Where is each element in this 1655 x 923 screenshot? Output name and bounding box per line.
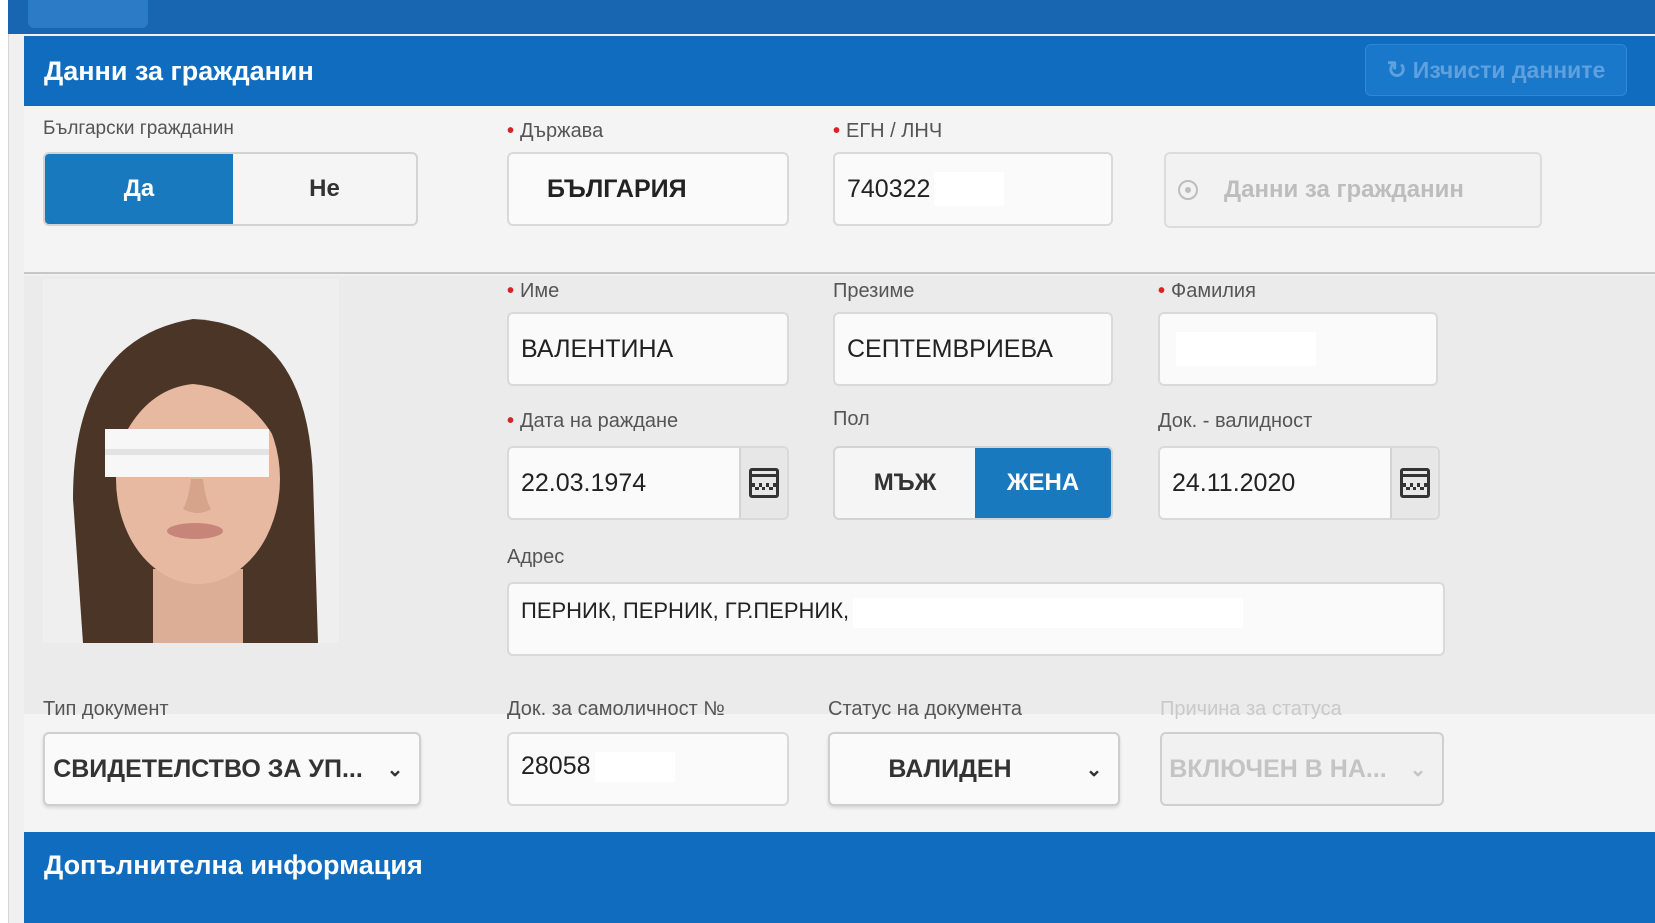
document-type-value: СВИДЕТЕЛСТВО ЗА УП...: [53, 754, 363, 783]
document-status-value: ВАЛИДЕН: [888, 754, 1012, 783]
validity-calendar-button[interactable]: [1390, 448, 1438, 518]
redaction-block: [594, 752, 675, 782]
first-name-label: • Име: [507, 280, 560, 302]
egn-label: • ЕГН / ЛНЧ: [833, 120, 943, 142]
calendar-icon: [749, 468, 779, 498]
page-title: Данни за гражданин: [44, 56, 314, 86]
citizen-photo: [43, 279, 339, 643]
additional-info-title: Допълнителна информация: [44, 850, 423, 880]
top-tab[interactable]: [28, 0, 148, 28]
middle-name-field[interactable]: СЕПТЕМВРИЕВА: [833, 312, 1113, 386]
birthdate-label: • Дата на раждане: [507, 410, 679, 432]
chevron-down-icon: ⌄: [1409, 758, 1427, 781]
clear-data-button[interactable]: ↻ Изчисти данните: [1365, 44, 1627, 96]
redaction-block: [1176, 332, 1316, 366]
clear-data-label: Изчисти данните: [1412, 56, 1606, 83]
top-navigation-bar: [8, 0, 1655, 34]
radio-icon: [1178, 180, 1198, 200]
status-reason-label: Причина за статуса: [1160, 698, 1342, 720]
redaction-block: [934, 172, 1005, 206]
birthdate-value: 22.03.1974: [521, 468, 647, 497]
additional-info-header[interactable]: Допълнителна информация: [24, 832, 1655, 923]
document-status-select[interactable]: ВАЛИДЕН ⌄: [828, 732, 1120, 806]
document-number-value: 28058: [521, 752, 591, 780]
middle-name-label: Презиме: [833, 280, 915, 302]
sex-female-option[interactable]: ЖЕНА: [975, 448, 1111, 518]
egn-field[interactable]: 740322: [833, 152, 1113, 226]
address-value: ПЕРНИК, ПЕРНИК, ГР.ПЕРНИК,: [521, 598, 850, 623]
document-type-label: Тип документ: [43, 698, 169, 720]
portrait-image: [43, 279, 339, 643]
last-name-label: • Фамилия: [1158, 280, 1256, 302]
first-name-field[interactable]: ВАЛЕНТИНА: [507, 312, 789, 386]
validity-label: Док. - валидност: [1158, 410, 1313, 432]
validity-value: 24.11.2020: [1172, 468, 1296, 497]
citizen-no-option[interactable]: Не: [233, 154, 416, 224]
country-field[interactable]: БЪЛГАРИЯ: [507, 152, 789, 226]
sex-male-option[interactable]: МЪЖ: [835, 448, 975, 518]
status-reason-value: ВКЛЮЧЕН В НА...: [1169, 754, 1387, 783]
status-reason-select[interactable]: ВКЛЮЧЕН В НА... ⌄: [1160, 732, 1444, 806]
refresh-icon: ↻: [1386, 56, 1407, 84]
citizen-lookup-button[interactable]: Данни за гражданин: [1164, 152, 1542, 228]
citizen-lookup-label: Данни за гражданин: [1224, 176, 1464, 203]
sex-label: Пол: [833, 408, 870, 430]
chevron-down-icon: ⌄: [386, 758, 404, 781]
redaction-block: [853, 598, 1244, 628]
birthdate-field[interactable]: 22.03.1974: [507, 446, 789, 520]
citizen-yes-option[interactable]: Да: [45, 154, 233, 224]
document-type-select[interactable]: СВИДЕТЕЛСТВО ЗА УП... ⌄: [43, 732, 421, 806]
document-number-field[interactable]: 28058: [507, 732, 789, 806]
bulgarian-citizen-toggle: Да Не: [43, 152, 418, 226]
birthdate-calendar-button[interactable]: [739, 448, 787, 518]
sex-toggle: МЪЖ ЖЕНА: [833, 446, 1113, 520]
address-field[interactable]: ПЕРНИК, ПЕРНИК, ГР.ПЕРНИК,: [507, 582, 1445, 656]
address-label: Адрес: [507, 546, 565, 568]
citizen-data-header: Данни за гражданин ↻ Изчисти данните: [24, 36, 1655, 106]
bulgarian-citizen-label: Български гражданин: [43, 118, 234, 139]
validity-field[interactable]: 24.11.2020: [1158, 446, 1440, 520]
egn-value: 740322: [847, 174, 931, 203]
chevron-down-icon: ⌄: [1085, 758, 1103, 781]
last-name-field[interactable]: [1158, 312, 1438, 386]
document-status-label: Статус на документа: [828, 698, 1023, 720]
document-number-label: Док. за самоличност №: [507, 698, 725, 720]
calendar-icon: [1400, 468, 1430, 498]
country-label: • Държава: [507, 120, 604, 142]
